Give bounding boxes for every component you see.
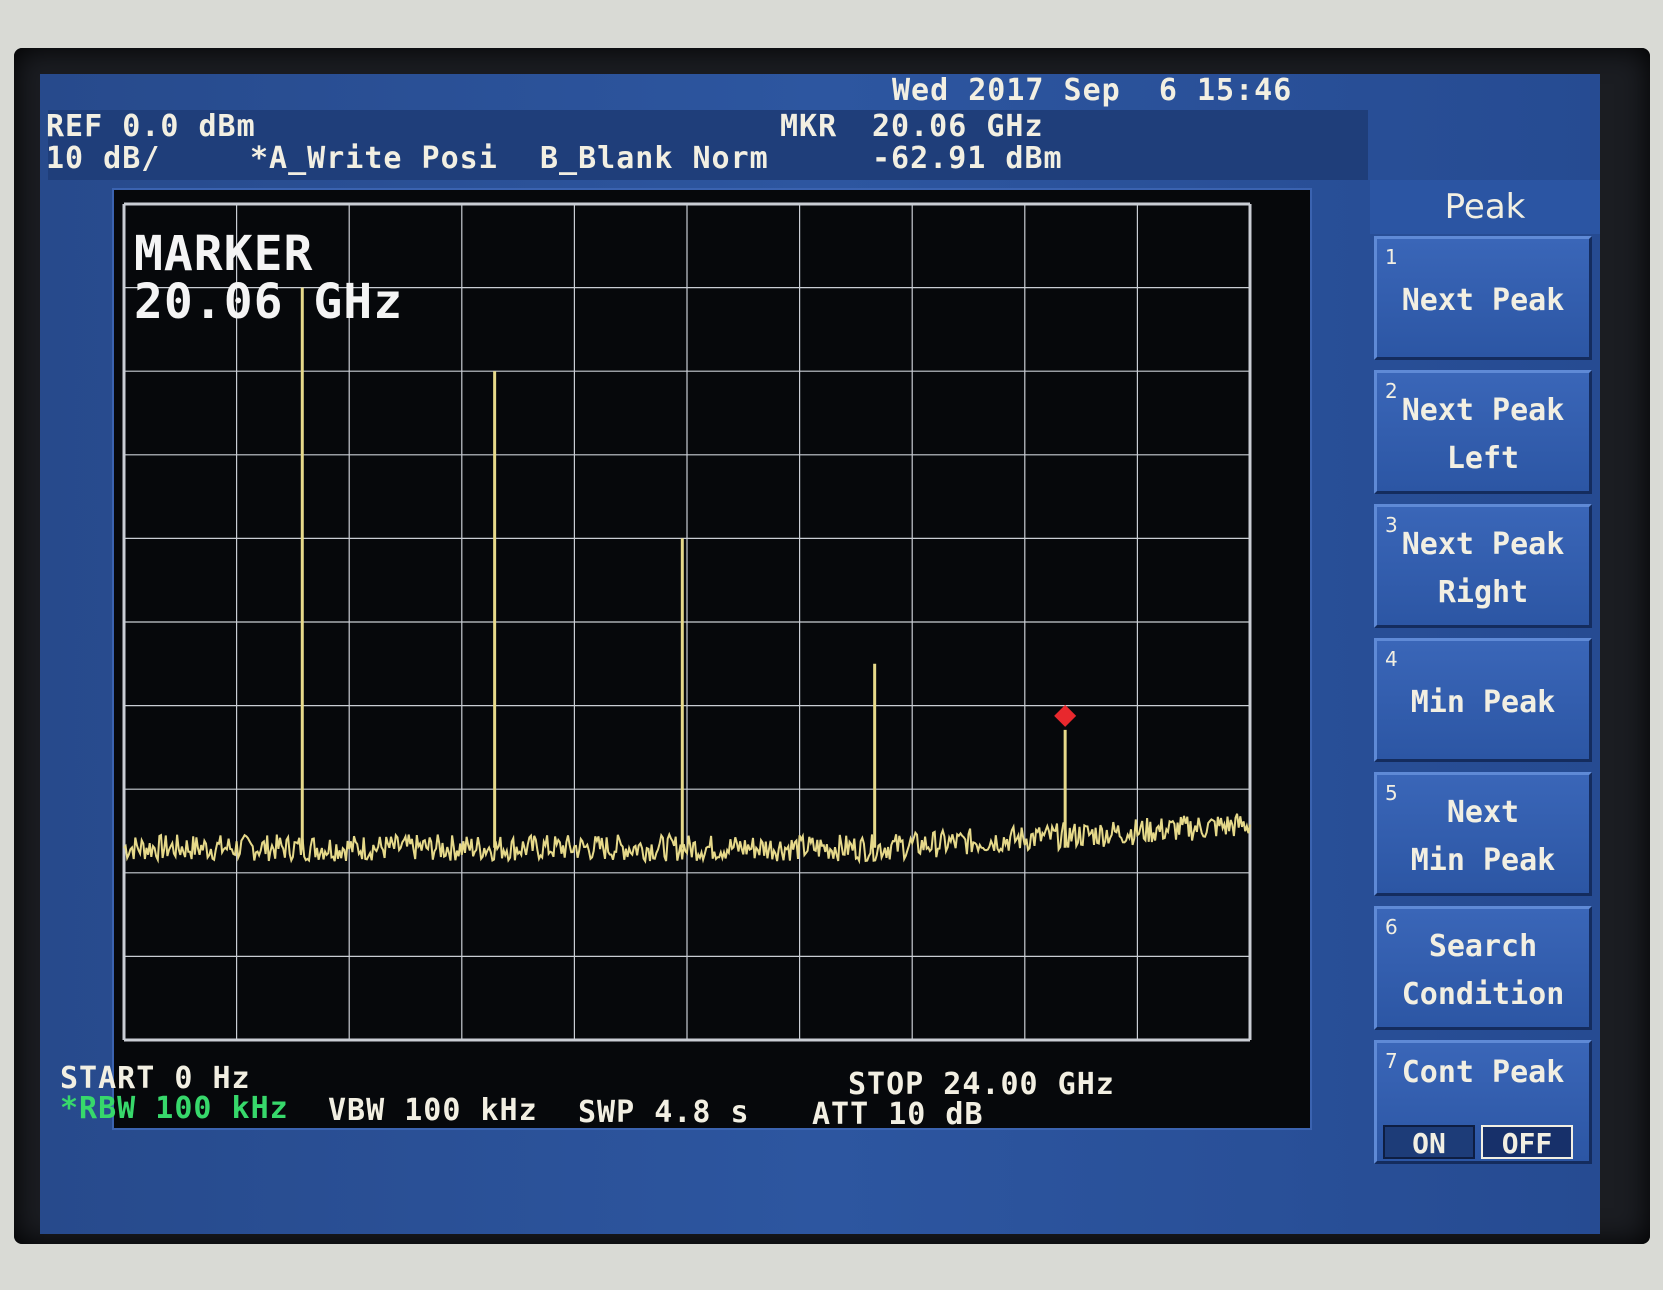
rbw: *RBW 100 kHz [60,1091,289,1126]
softkey-label: Search Condition [1401,929,1565,1012]
cont-peak-off-toggle[interactable]: OFF [1481,1125,1573,1160]
ref-level: REF 0.0 dBm [46,109,256,144]
softkey-label: Next Peak Right [1401,527,1565,610]
cont-peak-on-toggle[interactable]: ON [1383,1125,1475,1160]
softkey-number: 1 [1385,245,1398,269]
softkey-next-min-peak[interactable]: 5 Next Min Peak [1374,772,1592,896]
softkey-min-peak[interactable]: 4 Min Peak [1374,638,1592,762]
mkr-level: -62.91 dBm [872,141,1063,176]
spectrum-svg [122,202,1252,1042]
softkey-next-peak-left[interactable]: 2 Next Peak Left [1374,370,1592,494]
softkey-label: Next Min Peak [1410,795,1556,878]
marker-title: MARKER [134,226,314,282]
softkey-menu-title: Peak [1370,180,1600,234]
softkey-panel: Peak 1 Next Peak 2 Next Peak Left 3 Next… [1370,180,1600,1220]
scale-per-div: 10 dB/ [46,141,161,176]
softkey-label: Cont Peak [1401,1055,1565,1090]
datetime: Wed 2017 Sep 6 15:46 [892,74,1293,108]
sweep-time: SWP 4.8 s [578,1095,750,1130]
softkey-number: 4 [1385,647,1398,671]
softkey-label: Next Peak [1401,283,1565,318]
mkr-frequency: 20.06 GHz [872,109,1044,144]
start-frequency: START 0 Hz [60,1061,251,1096]
attenuation: ATT 10 dB [812,1097,984,1132]
softkey-search-condition[interactable]: 6 Search Condition [1374,906,1592,1030]
trace-a-mode: *A_Write Posi [250,141,498,176]
trace-b-mode: B_Blank Norm [540,141,769,176]
softkey-label: Min Peak [1410,685,1556,720]
vbw: VBW 100 kHz [328,1093,538,1128]
softkey-next-peak-right[interactable]: 3 Next Peak Right [1374,504,1592,628]
mkr-label: MKR [780,109,838,144]
marker-diamond[interactable] [1054,704,1077,727]
stop-frequency: STOP 24.00 GHz [848,1067,1115,1102]
softkey-cont-peak[interactable]: 7 Cont Peak ON OFF [1374,1040,1592,1164]
analyzer-screen: Wed 2017 Sep 6 15:46 REF 0.0 dBm 10 dB/ … [40,74,1600,1234]
softkey-next-peak[interactable]: 1 Next Peak [1374,236,1592,360]
marker-readout: 20.06 GHz [134,274,404,330]
spectrum-plot: MARKER 20.06 GHz [112,188,1312,1130]
softkey-label: Next Peak Left [1401,393,1565,476]
